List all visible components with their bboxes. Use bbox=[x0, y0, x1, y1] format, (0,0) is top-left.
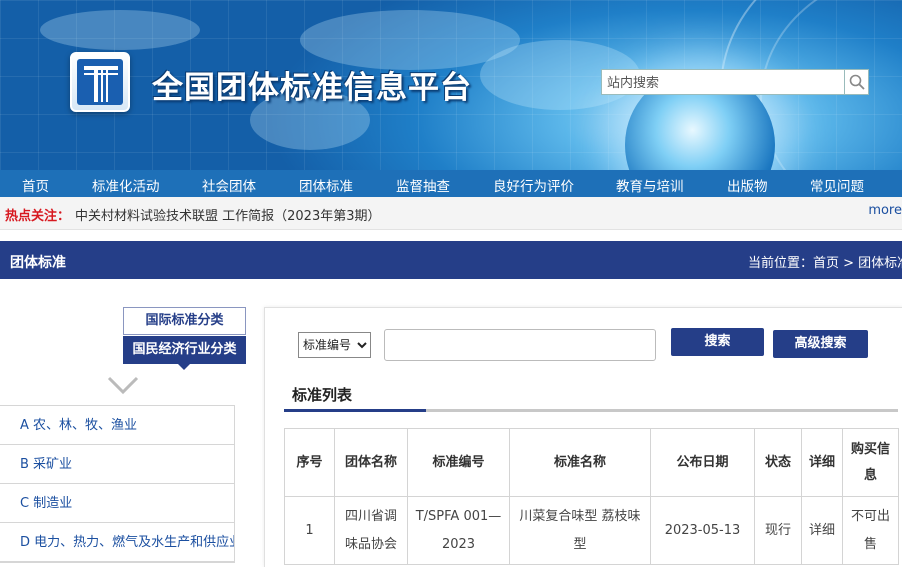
nav-item-publications[interactable]: 出版物 bbox=[727, 175, 768, 195]
section-title: 团体标准 bbox=[10, 255, 66, 271]
active-tab-pointer bbox=[178, 364, 190, 370]
site-title[interactable]: 全国团体标准信息平台 bbox=[152, 62, 472, 107]
detail-link[interactable]: 详细 bbox=[801, 496, 843, 565]
chevron-down-icon bbox=[107, 376, 139, 395]
col-status-header: 状态 bbox=[754, 428, 802, 497]
table-row: 1 四川省调味品协会 T/SPFA 001—2023 川菜复合味型 荔枝味型 2… bbox=[284, 496, 899, 565]
cell-code: T/SPFA 001—2023 bbox=[407, 496, 510, 565]
nav-item-group-standards[interactable]: 团体标准 bbox=[299, 175, 353, 195]
cell-index: 1 bbox=[284, 496, 335, 565]
tab-international-classification[interactable]: 国际标准分类 bbox=[123, 307, 246, 335]
hot-topics-bar: 热点关注： 中关村材料试验技术联盟 工作简报（2023年第3期） more bbox=[0, 197, 902, 230]
tab-national-industry-classification[interactable]: 国民经济行业分类 bbox=[123, 336, 246, 364]
col-index-header: 序号 bbox=[284, 428, 335, 497]
col-purchase-header: 购买信息 bbox=[842, 428, 899, 497]
cell-purchase: 不可出售 bbox=[842, 496, 899, 565]
category-item-d[interactable]: D 电力、热力、燃气及水生产和供应业 bbox=[0, 523, 234, 562]
more-link[interactable]: more bbox=[868, 203, 902, 218]
nav-item-supervision[interactable]: 监督抽查 bbox=[396, 175, 450, 195]
advanced-search-button[interactable]: 高级搜索 bbox=[773, 330, 868, 358]
nav-item-social-organizations[interactable]: 社会团体 bbox=[202, 175, 256, 195]
nav-item-training[interactable]: 教育与培训 bbox=[616, 175, 684, 195]
nav-item-home[interactable]: 首页 bbox=[22, 175, 49, 195]
site-logo-icon[interactable] bbox=[70, 52, 130, 112]
keyword-input[interactable] bbox=[384, 329, 656, 361]
search-field-select[interactable]: 标准编号 bbox=[298, 332, 371, 358]
col-org-header: 团体名称 bbox=[334, 428, 408, 497]
search-button[interactable]: 搜索 bbox=[671, 328, 764, 356]
category-item-a[interactable]: A 农、林、牧、渔业 bbox=[0, 406, 234, 445]
nav-item-standardization-activities[interactable]: 标准化活动 bbox=[92, 175, 160, 195]
site-search-button[interactable] bbox=[845, 69, 869, 95]
hot-topics-label: 热点关注： bbox=[5, 209, 71, 224]
hot-topic-link[interactable]: 中关村材料试验技术联盟 工作简报（2023年第3期） bbox=[75, 205, 381, 224]
cell-name: 川菜复合味型 荔枝味型 bbox=[509, 496, 651, 565]
category-list: A 农、林、牧、渔业 B 采矿业 C 制造业 D 电力、热力、燃气及水生产和供应… bbox=[0, 405, 235, 563]
table-header-row: 序号 团体名称 标准编号 标准名称 公布日期 状态 详细 购买信息 bbox=[284, 428, 899, 497]
main-nav: 首页 标准化活动 社会团体 团体标准 监督抽查 良好行为评价 教育与培训 出版物… bbox=[0, 170, 902, 197]
cell-status: 现行 bbox=[754, 496, 802, 565]
category-item-b[interactable]: B 采矿业 bbox=[0, 445, 234, 484]
cell-date: 2023-05-13 bbox=[650, 496, 755, 565]
category-item-c[interactable]: C 制造业 bbox=[0, 484, 234, 523]
standards-table: 序号 团体名称 标准编号 标准名称 公布日期 状态 详细 购买信息 1 四川省调… bbox=[284, 428, 899, 565]
breadcrumb[interactable]: 当前位置：首页 > 团体标准 bbox=[748, 252, 902, 271]
col-name-header: 标准名称 bbox=[509, 428, 651, 497]
col-date-header: 公布日期 bbox=[650, 428, 755, 497]
list-title-underline bbox=[284, 409, 426, 412]
list-title: 标准列表 bbox=[292, 386, 353, 404]
list-divider bbox=[426, 409, 898, 412]
banner-continent bbox=[40, 10, 200, 50]
section-header: 团体标准 当前位置：首页 > 团体标准 bbox=[0, 241, 902, 279]
col-code-header: 标准编号 bbox=[407, 428, 510, 497]
nav-item-faq[interactable]: 常见问题 bbox=[810, 175, 864, 195]
nav-item-good-behavior[interactable]: 良好行为评价 bbox=[493, 175, 574, 195]
search-icon bbox=[849, 74, 865, 90]
col-detail-header: 详细 bbox=[801, 428, 843, 497]
cell-org: 四川省调味品协会 bbox=[334, 496, 408, 565]
site-search-input[interactable] bbox=[601, 69, 845, 95]
